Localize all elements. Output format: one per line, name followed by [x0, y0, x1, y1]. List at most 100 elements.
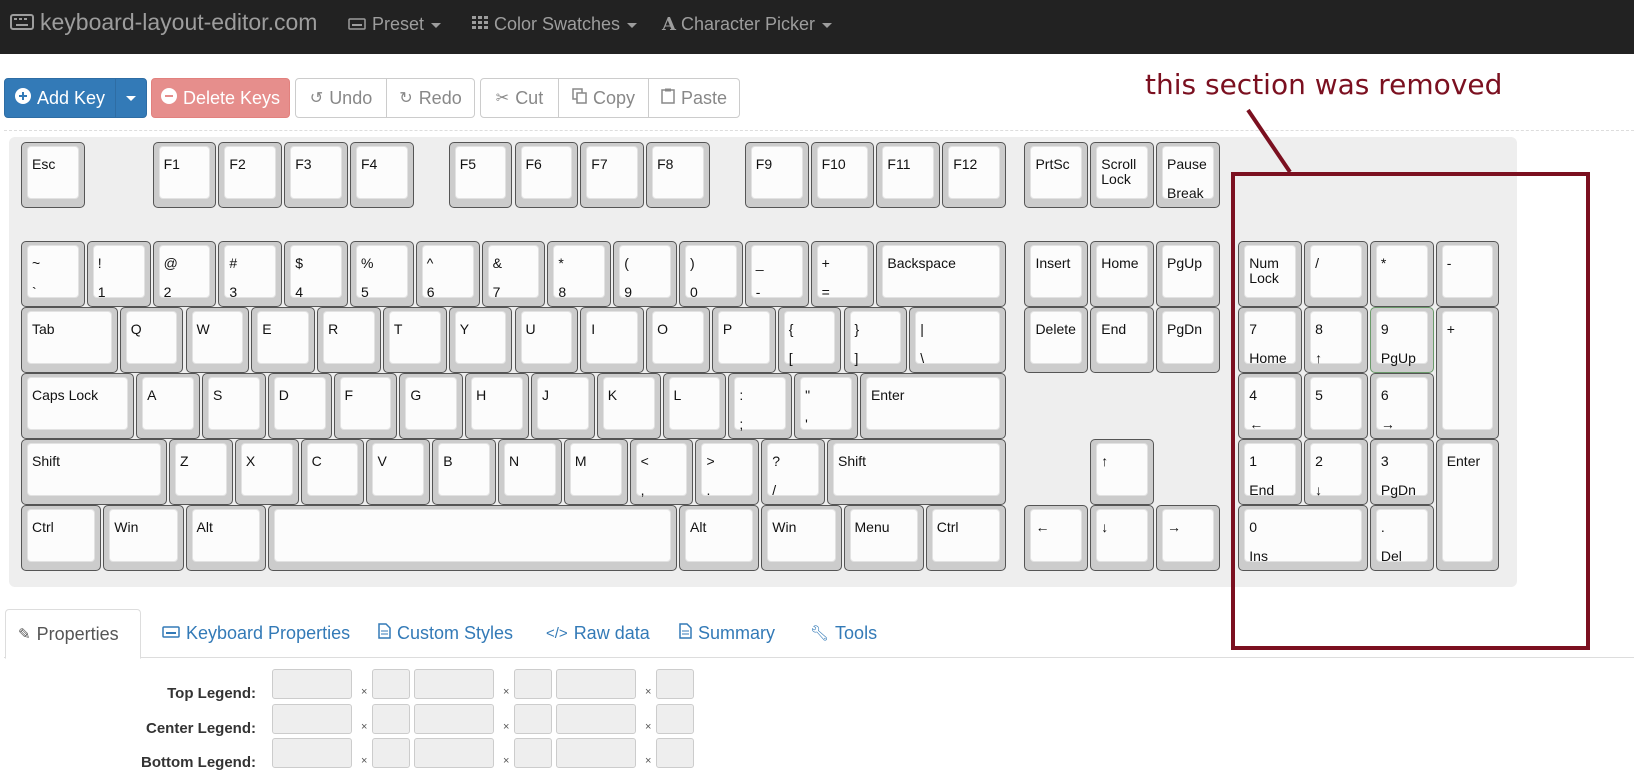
nav-color-swatches[interactable]: Color Swatches	[472, 14, 638, 35]
key-enter[interactable]: Enter	[859, 373, 1006, 439]
key-pgup[interactable]: PgUp	[1156, 241, 1220, 307]
key-f12[interactable]: F12	[942, 142, 1006, 208]
key-menu[interactable]: Menu	[843, 505, 924, 571]
key-b[interactable]: B	[432, 439, 497, 505]
key-grave[interactable]: ~ `	[21, 241, 85, 307]
key-w[interactable]: W	[185, 307, 250, 373]
key-slash[interactable]: ? /	[761, 439, 826, 505]
key-n7[interactable]: & 7	[481, 241, 546, 307]
legend-size-input[interactable]	[656, 669, 694, 699]
legend-text-input[interactable]	[556, 738, 636, 768]
key-comma[interactable]: <,	[629, 439, 694, 505]
key-pgdn[interactable]: PgDn	[1156, 307, 1220, 373]
key-equal[interactable]: + =	[810, 241, 875, 307]
key-l[interactable]: L	[662, 373, 727, 439]
key-c[interactable]: C	[300, 439, 365, 505]
key-n8[interactable]: * 8	[547, 241, 612, 307]
legend-text-input[interactable]	[414, 669, 494, 699]
key-lwin[interactable]: Win	[103, 505, 184, 571]
key-y[interactable]: Y	[448, 307, 513, 373]
key-left[interactable]: ←	[1024, 505, 1089, 571]
key-quote[interactable]: " '	[794, 373, 858, 439]
key-n5[interactable]: % 5	[350, 241, 414, 307]
key-f8[interactable]: F8	[646, 142, 710, 208]
key-pipe[interactable]: | \	[909, 307, 1006, 373]
key-esc[interactable]: Esc	[21, 142, 85, 208]
key-n9[interactable]: (9	[613, 241, 677, 307]
key-a[interactable]: A	[136, 373, 200, 439]
key-lctrl[interactable]: Ctrl	[21, 505, 102, 571]
key-space[interactable]	[267, 505, 677, 571]
redo-button[interactable]: ↻ Redo	[386, 78, 475, 118]
legend-size-input[interactable]	[514, 704, 552, 734]
undo-button[interactable]: ↺ Undo	[295, 78, 387, 118]
key-n[interactable]: N	[498, 439, 562, 505]
paste-button[interactable]: Paste	[648, 78, 740, 118]
key-lshift[interactable]: Shift	[21, 439, 168, 505]
key-lbrace[interactable]: {[	[777, 307, 842, 373]
key-n4[interactable]: $4	[284, 241, 348, 307]
nav-preset[interactable]: Preset	[348, 14, 442, 35]
legend-size-input[interactable]	[514, 669, 552, 699]
key-rctrl[interactable]: Ctrl	[925, 505, 1006, 571]
key-n0[interactable]: ) 0	[679, 241, 743, 307]
key-x[interactable]: X	[234, 439, 299, 505]
key-p[interactable]: P	[711, 307, 776, 373]
key-minus[interactable]: _ -	[744, 241, 809, 307]
legend-size-input[interactable]	[656, 738, 694, 768]
key-prtsc[interactable]: PrtSc	[1024, 142, 1089, 208]
key-n2[interactable]: @2	[152, 241, 217, 307]
legend-size-input[interactable]	[514, 738, 552, 768]
legend-size-input[interactable]	[372, 738, 410, 768]
key-pause[interactable]: Pause Break	[1156, 142, 1220, 208]
legend-text-input[interactable]	[556, 669, 636, 699]
key-q[interactable]: Q	[119, 307, 184, 373]
key-scrolllock[interactable]: Scroll Lock	[1090, 142, 1155, 208]
key-ralt[interactable]: Alt	[679, 505, 760, 571]
key-k[interactable]: K	[596, 373, 661, 439]
key-rwin[interactable]: Win	[761, 505, 842, 571]
key-f11[interactable]: F11	[876, 142, 941, 208]
legend-size-input[interactable]	[372, 704, 410, 734]
key-lalt[interactable]: Alt	[185, 505, 266, 571]
legend-text-input[interactable]	[272, 669, 352, 699]
key-down[interactable]: ↓	[1090, 505, 1155, 571]
legend-text-input[interactable]	[414, 704, 494, 734]
delete-keys-button[interactable]: Delete Keys	[151, 78, 290, 118]
key-f[interactable]: F	[333, 373, 398, 439]
tab-summary[interactable]: Summary	[667, 609, 787, 657]
key-v[interactable]: V	[366, 439, 431, 505]
key-e[interactable]: E	[251, 307, 316, 373]
add-key-dropdown-button[interactable]	[115, 78, 147, 118]
cut-button[interactable]: ✂ Cut	[480, 78, 559, 118]
key-n3[interactable]: #3	[218, 241, 283, 307]
key-h[interactable]: H	[465, 373, 529, 439]
key-t[interactable]: T	[382, 307, 447, 373]
key-z[interactable]: Z	[169, 439, 233, 505]
tab-properties[interactable]: ✎ Properties	[5, 609, 141, 659]
tab-keyboard-properties[interactable]: Keyboard Properties	[150, 609, 362, 657]
key-semi[interactable]: :;	[728, 373, 793, 439]
key-rshift[interactable]: Shift	[827, 439, 1006, 505]
key-i[interactable]: I	[580, 307, 645, 373]
legend-text-input[interactable]	[556, 704, 636, 734]
key-f9[interactable]: F9	[744, 142, 809, 208]
key-caps[interactable]: Caps Lock	[21, 373, 135, 439]
legend-text-input[interactable]	[272, 704, 352, 734]
brand-link[interactable]: keyboard-layout-editor.com	[10, 9, 317, 36]
key-r[interactable]: R	[317, 307, 381, 373]
tab-custom-styles[interactable]: Custom Styles	[366, 609, 525, 657]
key-j[interactable]: J	[530, 373, 595, 439]
key-n6[interactable]: ^ 6	[415, 241, 480, 307]
key-period[interactable]: >.	[695, 439, 760, 505]
key-f1[interactable]: F1	[152, 142, 217, 208]
key-f10[interactable]: F10	[810, 142, 875, 208]
key-f5[interactable]: F5	[448, 142, 513, 208]
key-f3[interactable]: F3	[284, 142, 348, 208]
key-n1[interactable]: ! 1	[86, 241, 151, 307]
key-f6[interactable]: F6	[514, 142, 579, 208]
key-backspace[interactable]: Backspace	[876, 241, 1006, 307]
key-o[interactable]: O	[646, 307, 710, 373]
legend-size-input[interactable]	[372, 669, 410, 699]
copy-button[interactable]: Copy	[558, 78, 649, 118]
